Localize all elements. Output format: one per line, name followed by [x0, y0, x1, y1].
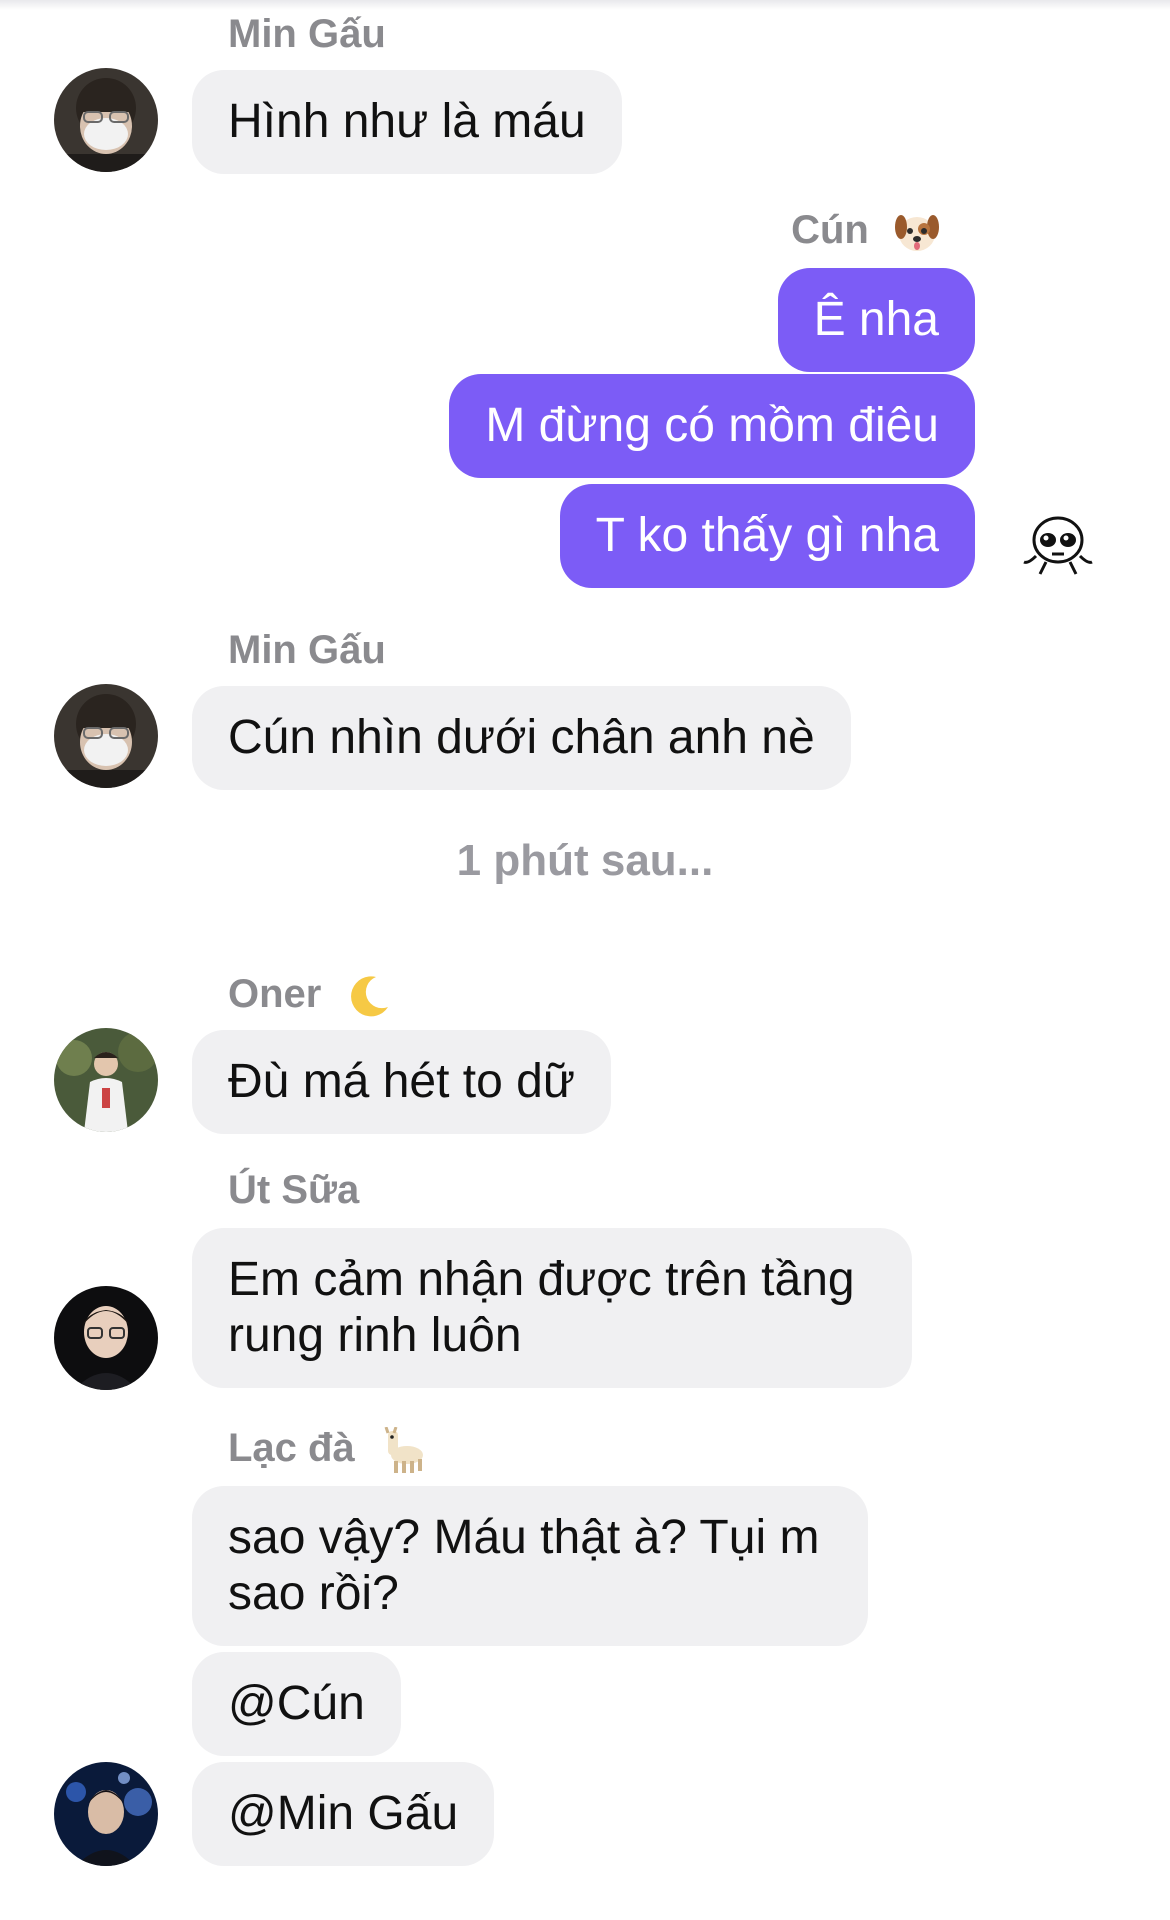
avatar-lac-da[interactable]	[54, 1762, 158, 1866]
message-bubble-outgoing[interactable]: T ko thấy gì nha	[559, 484, 975, 588]
sender-name: Min Gấu	[228, 12, 386, 56]
sender-name-row: Lạc đà	[228, 1424, 426, 1474]
message-bubble[interactable]: Hình như là máu	[192, 70, 622, 174]
dog-face-icon	[895, 215, 939, 252]
message-bubble[interactable]: Đù má hét to dữ	[192, 1030, 611, 1134]
sender-name: Lạc đà	[228, 1426, 355, 1470]
mention-bubble[interactable]: @Cún	[192, 1652, 401, 1756]
avatar-oner[interactable]	[54, 1028, 158, 1132]
message-bubble[interactable]: Cún nhìn dưới chân anh nè	[192, 686, 851, 790]
chat-screen: Min Gấu Hình như là máu Cún Ê nha M đừng…	[0, 0, 1170, 1920]
message-bubble[interactable]: Em cảm nhận được trên tầng rung rinh luô…	[192, 1228, 912, 1388]
message-bubble[interactable]: sao vậy? Máu thật à? Tụi m sao rồi?	[192, 1486, 868, 1646]
sender-name-row: Cún	[791, 206, 940, 255]
mention-bubble[interactable]: @Min Gấu	[192, 1762, 495, 1866]
avatar-ut-sua[interactable]	[54, 1286, 158, 1390]
sender-name: Út Sữa	[228, 1168, 360, 1212]
sender-name: Oner	[228, 972, 322, 1016]
sender-name: Min Gấu	[228, 628, 386, 672]
sender-name: Cún	[791, 208, 869, 252]
time-divider: 1 phút sau...	[456, 836, 714, 885]
avatar-min-gau[interactable]	[54, 68, 158, 172]
message-bubble-outgoing[interactable]: Ê nha	[777, 268, 975, 372]
avatar-min-gau[interactable]	[54, 684, 158, 788]
llama-icon	[384, 1427, 423, 1474]
sender-name-row: Oner	[228, 970, 392, 1019]
crescent-moon-icon	[351, 976, 389, 1017]
message-bubble-outgoing[interactable]: M đừng có mồm điêu	[449, 374, 975, 478]
skull-sticker-icon[interactable]	[1018, 508, 1098, 588]
top-shadow	[0, 0, 1170, 10]
